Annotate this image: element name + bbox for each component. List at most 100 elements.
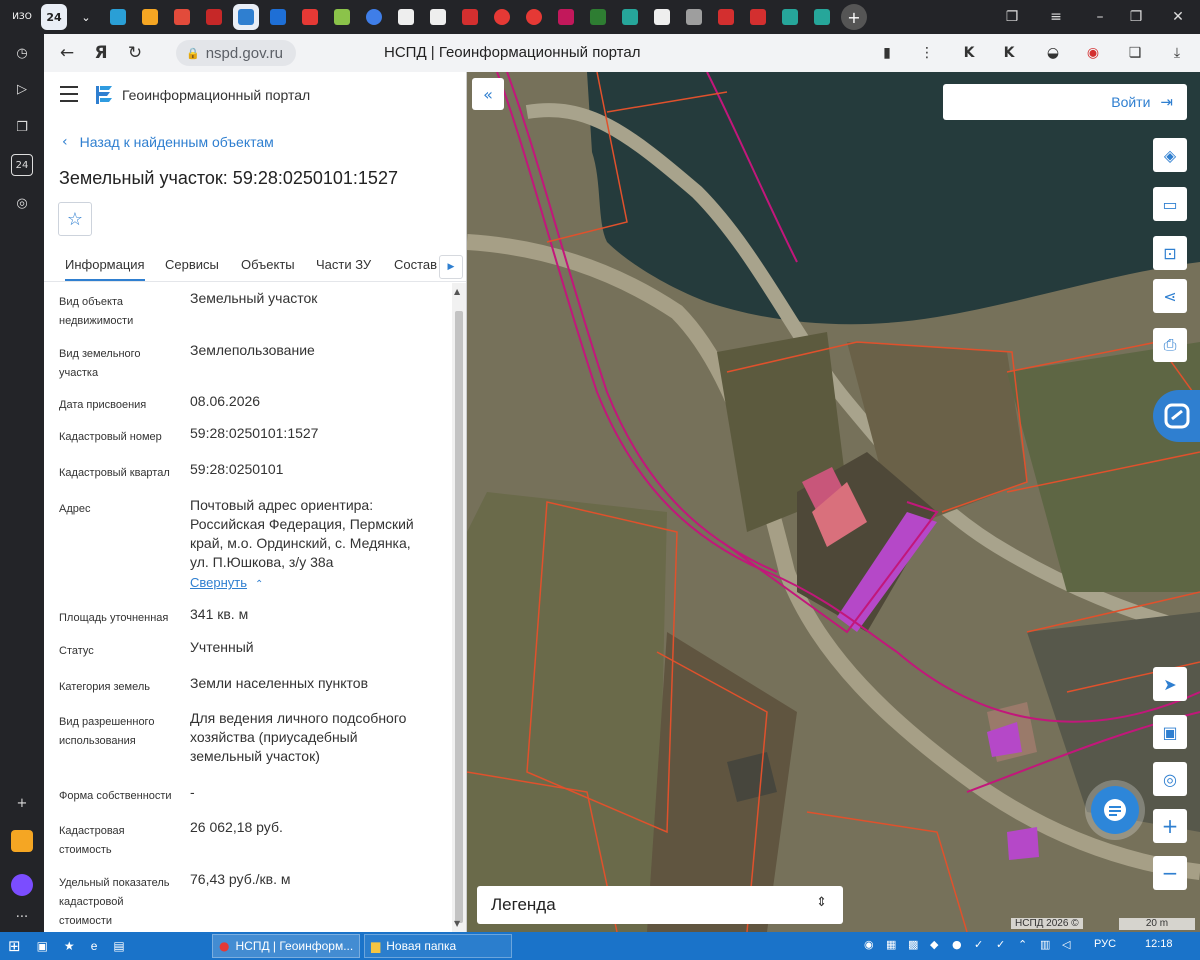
collections-icon[interactable]: ❐: [11, 116, 33, 138]
archive-icon[interactable]: ▤: [105, 932, 132, 960]
download-icon[interactable]: ⤓: [1164, 40, 1190, 66]
browser-tab[interactable]: [457, 4, 483, 30]
browser-tab[interactable]: [809, 4, 835, 30]
browser-tab-active[interactable]: 24: [41, 4, 67, 30]
favorites-star-icon[interactable]: ★: [56, 932, 83, 960]
scroll-down-icon[interactable]: ▼: [454, 919, 460, 928]
url-field[interactable]: 🔒 nspd.gov.ru: [176, 40, 296, 66]
browser-tab[interactable]: [137, 4, 163, 30]
extension-icon[interactable]: K: [996, 40, 1022, 66]
tray-icon[interactable]: ●: [952, 938, 962, 951]
maximize-icon[interactable]: ❐: [1114, 0, 1158, 34]
news-icon[interactable]: 24: [11, 154, 33, 176]
browser-tab[interactable]: [489, 4, 515, 30]
browser-tab[interactable]: [777, 4, 803, 30]
collapse-panel-icon[interactable]: «: [472, 78, 504, 110]
layers-icon[interactable]: ◈: [1153, 138, 1187, 172]
browser-tab[interactable]: [297, 4, 323, 30]
tray-icon[interactable]: ▦: [886, 938, 896, 951]
reload-icon[interactable]: ↻: [118, 38, 152, 68]
volume-icon[interactable]: ◁: [1062, 938, 1070, 951]
browser-tab[interactable]: [553, 4, 579, 30]
collapse-link[interactable]: Свернуть ⌃: [190, 574, 263, 592]
new-tab-icon[interactable]: +: [841, 4, 867, 30]
share-icon[interactable]: ⋖: [1153, 279, 1187, 313]
hamburger-menu-icon[interactable]: [60, 86, 78, 102]
tray-icon[interactable]: ▩: [908, 938, 918, 951]
browser-tab[interactable]: [521, 4, 547, 30]
network-icon[interactable]: ▥: [1040, 938, 1050, 951]
yandex-icon[interactable]: Я: [84, 38, 118, 68]
more-vert-icon[interactable]: ⋮: [914, 40, 940, 66]
windows-start-icon[interactable]: ⊞: [0, 932, 29, 960]
alice-icon[interactable]: [11, 874, 33, 896]
more-icon[interactable]: ···: [11, 906, 33, 928]
menu-icon[interactable]: ≡: [1034, 0, 1078, 34]
chat-icon[interactable]: [1091, 786, 1139, 834]
clipboard-icon[interactable]: ❏: [1122, 40, 1148, 66]
browser-tab[interactable]: [393, 4, 419, 30]
tray-icon[interactable]: ◆: [930, 938, 938, 951]
taskbar-app-icon[interactable]: ▣: [29, 932, 56, 960]
tab-composition[interactable]: Состав: [394, 257, 437, 272]
screenshot-icon[interactable]: ◎: [11, 192, 33, 214]
extension-icon[interactable]: K: [956, 40, 982, 66]
browser-tab-current[interactable]: [233, 4, 259, 30]
browser-tab[interactable]: [201, 4, 227, 30]
browser-tab[interactable]: [649, 4, 675, 30]
favorite-star-icon[interactable]: ☆: [58, 202, 92, 236]
zoom-in-icon[interactable]: +: [1153, 809, 1187, 843]
back-arrow-icon[interactable]: ←: [50, 38, 84, 68]
ie-icon[interactable]: e: [83, 932, 106, 960]
scroll-up-icon[interactable]: ▲: [454, 287, 460, 296]
browser-tab[interactable]: [681, 4, 707, 30]
history-icon[interactable]: ◷: [11, 42, 33, 64]
login-button[interactable]: Войти ⇥: [943, 84, 1187, 120]
close-icon[interactable]: ✕: [1156, 0, 1200, 34]
area-search-icon[interactable]: ⊡: [1153, 236, 1187, 270]
bookmark-icon[interactable]: ▮: [874, 40, 900, 66]
mail-icon[interactable]: [11, 830, 33, 852]
tab-information[interactable]: Информация: [65, 257, 145, 281]
map-view[interactable]: « Войти ⇥ ◈ ▭ ⊡ ⋖ ⎙ ➤ ▣ ◎ + − Легенда ⇕ НС…: [467, 72, 1200, 932]
browser-tab[interactable]: [425, 4, 451, 30]
browser-tab[interactable]: ИЗО: [9, 4, 35, 30]
browser-tab[interactable]: [585, 4, 611, 30]
minimap-icon[interactable]: ▣: [1153, 715, 1187, 749]
geolocation-icon[interactable]: ◎: [1153, 762, 1187, 796]
bookmarks-icon[interactable]: ❐: [990, 0, 1034, 34]
info-scrollbar[interactable]: ▲ ▼: [452, 283, 466, 932]
browser-tab[interactable]: [713, 4, 739, 30]
back-to-results-link[interactable]: ‹ Назад к найденным объектам: [62, 134, 274, 150]
browser-tab[interactable]: [361, 4, 387, 30]
browser-tab[interactable]: [265, 4, 291, 30]
tabs-scroll-right-icon[interactable]: ▶: [439, 255, 463, 279]
add-icon[interactable]: +: [11, 792, 33, 814]
legend-dropdown[interactable]: Легенда ⇕: [477, 886, 843, 924]
tab-objects[interactable]: Объекты: [241, 257, 295, 272]
tray-icon[interactable]: ✓: [996, 938, 1005, 951]
taskbar-folder-window[interactable]: ▆ Новая папка: [364, 934, 512, 958]
tab-parts[interactable]: Части ЗУ: [316, 257, 371, 272]
ruler-icon[interactable]: ▭: [1153, 187, 1187, 221]
browser-tab[interactable]: [329, 4, 355, 30]
gosuslugi-icon[interactable]: [1153, 390, 1200, 442]
extension-icon[interactable]: ◒: [1040, 40, 1066, 66]
browser-tab[interactable]: [169, 4, 195, 30]
play-icon[interactable]: ▷: [11, 78, 33, 100]
print-icon[interactable]: ⎙: [1153, 328, 1187, 362]
browser-tab[interactable]: [617, 4, 643, 30]
tab-services[interactable]: Сервисы: [165, 257, 219, 272]
zoom-out-icon[interactable]: −: [1153, 856, 1187, 890]
taskbar-browser-window[interactable]: ● НСПД | Геоинформ...: [212, 934, 360, 958]
locate-icon[interactable]: ➤: [1153, 667, 1187, 701]
extension-icon[interactable]: ◉: [1080, 40, 1106, 66]
tab-list-chevron-icon[interactable]: ⌄: [73, 4, 99, 30]
browser-tab[interactable]: [105, 4, 131, 30]
tray-icon[interactable]: ✓: [974, 938, 983, 951]
browser-tab[interactable]: [745, 4, 771, 30]
tray-icon[interactable]: ◉: [864, 938, 874, 951]
show-hidden-icon[interactable]: ⌃: [1018, 938, 1027, 951]
scrollbar-thumb[interactable]: [455, 311, 463, 923]
language-indicator[interactable]: РУС: [1094, 938, 1116, 950]
